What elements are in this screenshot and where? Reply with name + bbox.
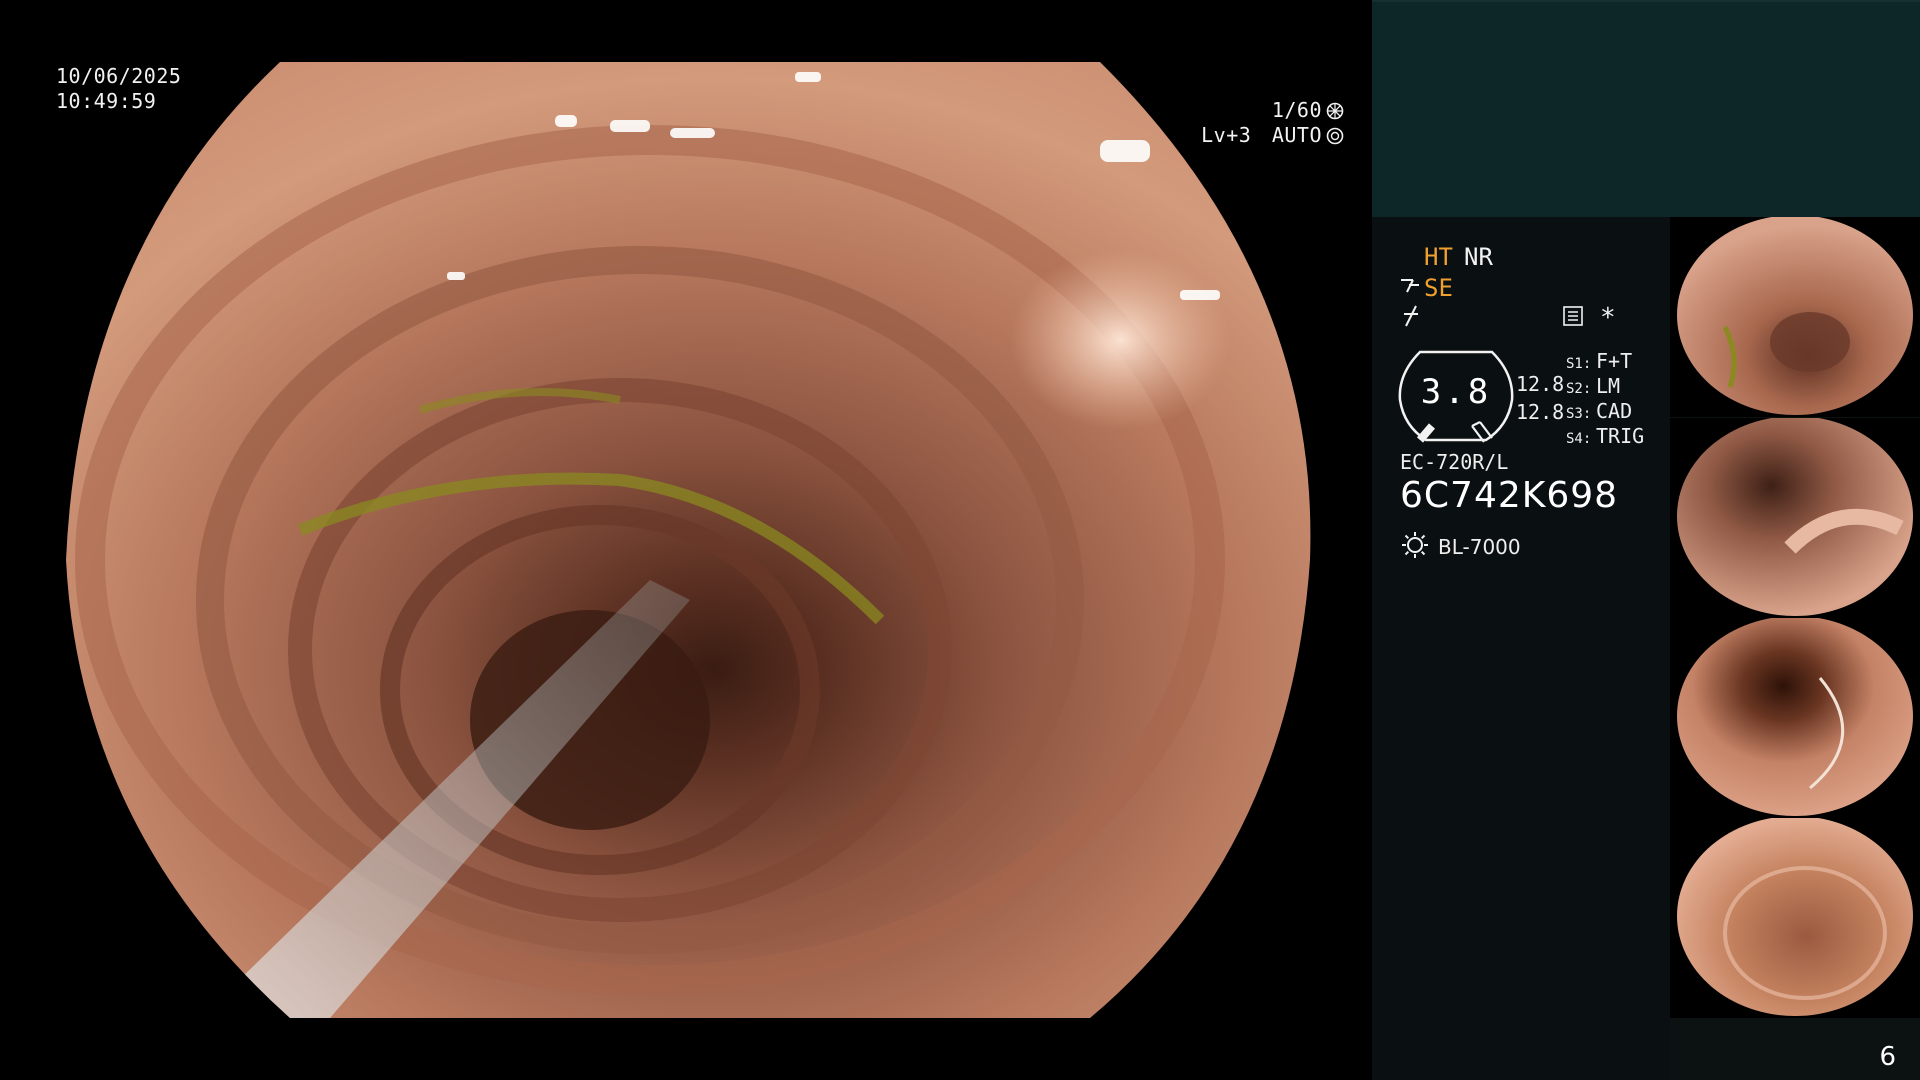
switch-value: F+T [1596, 349, 1633, 373]
date-time-readout: 10/06/2025 10:49:59 [56, 64, 181, 114]
endoscope-live-image [66, 62, 1311, 1018]
memory-card-icon [1563, 306, 1583, 326]
switch-key: S3: [1566, 406, 1592, 422]
switch-key: S4: [1566, 431, 1592, 447]
captured-image-thumbnail[interactable] [1670, 217, 1920, 417]
scope-model-label: EC-720R/L [1400, 450, 1509, 474]
switch-row-s2: S2: LM [1566, 374, 1620, 398]
thumbnail-image [1677, 818, 1913, 1016]
date-label: 10/06/2025 [56, 64, 182, 88]
captured-image-thumbnail[interactable] [1670, 818, 1920, 1018]
asterisk-indicator: * [1600, 303, 1616, 333]
metering-icon [1326, 127, 1344, 144]
switch-value: LM [1596, 374, 1621, 398]
switch-key: S1: [1566, 356, 1592, 372]
endoscope-main-view: 10/06/2025 10:49:59 1/60 Lv+3 AUTO [0, 0, 1372, 1080]
thumbnail-image [1677, 618, 1913, 816]
structure-enhance-icon [1401, 279, 1419, 293]
thumbnail-image [1677, 418, 1913, 616]
gain-value-1: 12.8 [1516, 372, 1565, 396]
switch-row-s4: S4: TRIG [1566, 424, 1644, 448]
time-label: 10:49:59 [56, 89, 157, 113]
page-number: 6 [1879, 1042, 1896, 1072]
mode-nr-label: NR [1464, 243, 1493, 271]
switch-value: CAD [1596, 399, 1633, 423]
exposure-mode-label: AUTO [1271, 123, 1322, 147]
brightness-level-label: Lv+3 [1201, 123, 1252, 147]
color-enhance-icon [1404, 305, 1418, 327]
mode-se-label: SE [1424, 274, 1453, 302]
scope-serial-label: 6C742K698 [1400, 475, 1619, 516]
switch-row-s3: S3: CAD [1566, 399, 1632, 423]
panel-overlay: HT NR SE * 3.8 12.8 12.8 S1: F+T S2: LM … [1372, 0, 1920, 1080]
switch-key: S2: [1566, 381, 1592, 397]
shutter-icon [1326, 102, 1344, 119]
captured-image-thumbnail[interactable] [1670, 418, 1920, 618]
switch-row-s1: S1: F+T [1566, 349, 1632, 373]
gain-value-2: 12.8 [1516, 400, 1565, 424]
shutter-speed-label: 1/60 [1271, 98, 1322, 122]
light-source-model-label: BL-7000 [1438, 535, 1521, 559]
thumbnail-image [1677, 217, 1913, 415]
iris-value-label: 3.8 [1420, 372, 1492, 412]
light-source-icon [1402, 532, 1428, 558]
exposure-readout: 1/60 Lv+3 AUTO [1201, 98, 1344, 148]
mode-ht-label: HT [1424, 243, 1453, 271]
switch-value: TRIG [1596, 424, 1645, 448]
captured-image-thumbnail[interactable] [1670, 618, 1920, 818]
